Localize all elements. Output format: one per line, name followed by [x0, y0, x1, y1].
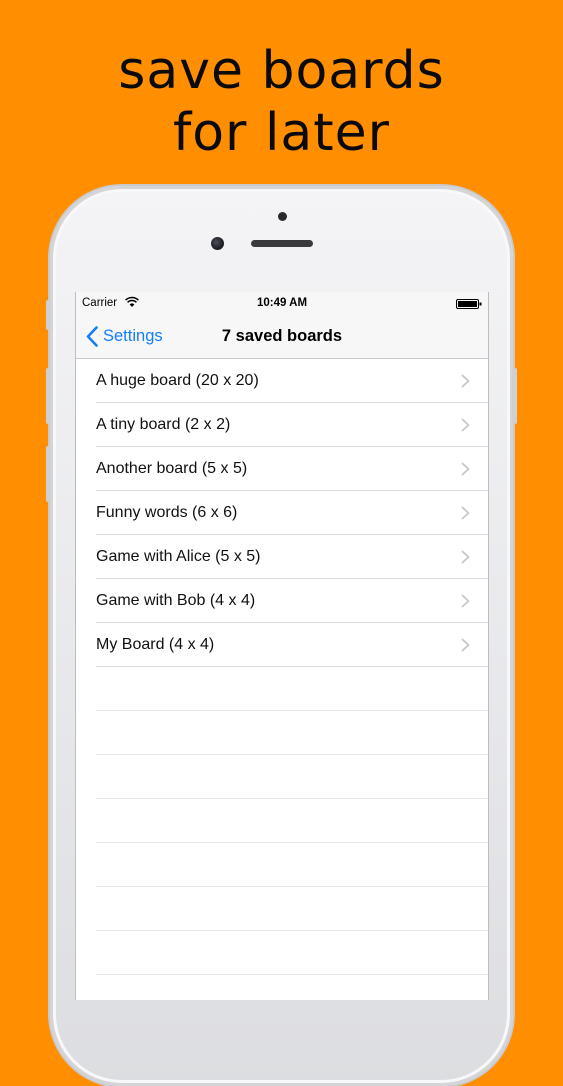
battery-icon — [456, 299, 482, 309]
promo-line-2: for later — [172, 103, 391, 163]
empty-list-row — [76, 711, 488, 755]
phone-power-button — [512, 368, 517, 424]
list-item-label: A huge board (20 x 20) — [96, 372, 259, 389]
list-item[interactable]: Game with Bob (4 x 4) — [76, 579, 488, 623]
list-item-label: Game with Bob (4 x 4) — [96, 592, 256, 609]
list-item-label: Another board (5 x 5) — [96, 460, 248, 477]
phone-volume-up-button — [46, 368, 51, 424]
list-item[interactable]: My Board (4 x 4) — [76, 623, 488, 667]
promo-line-1: save boards — [118, 41, 445, 101]
empty-list-row — [76, 667, 488, 711]
back-button[interactable]: Settings — [86, 314, 163, 358]
promo-headline: save boards for later — [0, 40, 563, 164]
back-button-label: Settings — [103, 326, 163, 345]
empty-list-row — [76, 887, 488, 931]
list-item[interactable]: Game with Alice (5 x 5) — [76, 535, 488, 579]
chevron-right-icon — [461, 638, 470, 652]
list-item[interactable]: A huge board (20 x 20) — [76, 359, 488, 403]
chevron-right-icon — [461, 374, 470, 388]
status-time: 10:49 AM — [256, 297, 308, 309]
list-item-label: Funny words (6 x 6) — [96, 504, 238, 521]
empty-list-row — [76, 799, 488, 843]
phone-side-button — [46, 300, 51, 330]
proximity-sensor — [278, 212, 287, 221]
empty-list-row — [76, 843, 488, 887]
front-camera — [211, 237, 224, 250]
list-item-label: Game with Alice (5 x 5) — [96, 548, 261, 565]
phone-screen: Carrier 10:49 AM 7 saved boards Settings… — [75, 292, 489, 1000]
chevron-right-icon — [461, 462, 470, 476]
chevron-right-icon — [461, 594, 470, 608]
status-bar: Carrier 10:49 AM — [76, 292, 488, 314]
chevron-left-icon — [86, 325, 98, 347]
chevron-right-icon — [461, 506, 470, 520]
saved-boards-list: A huge board (20 x 20) A tiny board (2 x… — [76, 359, 488, 975]
phone-volume-down-button — [46, 446, 51, 502]
empty-list-row — [76, 755, 488, 799]
list-item-label: My Board (4 x 4) — [96, 636, 215, 653]
chevron-right-icon — [461, 418, 470, 432]
chevron-right-icon — [461, 550, 470, 564]
earpiece-speaker — [251, 240, 313, 247]
list-item[interactable]: Funny words (6 x 6) — [76, 491, 488, 535]
navigation-bar: 7 saved boards Settings — [76, 314, 488, 359]
list-item[interactable]: A tiny board (2 x 2) — [76, 403, 488, 447]
list-item-label: A tiny board (2 x 2) — [96, 416, 231, 433]
list-item[interactable]: Another board (5 x 5) — [76, 447, 488, 491]
empty-list-row — [76, 931, 488, 975]
